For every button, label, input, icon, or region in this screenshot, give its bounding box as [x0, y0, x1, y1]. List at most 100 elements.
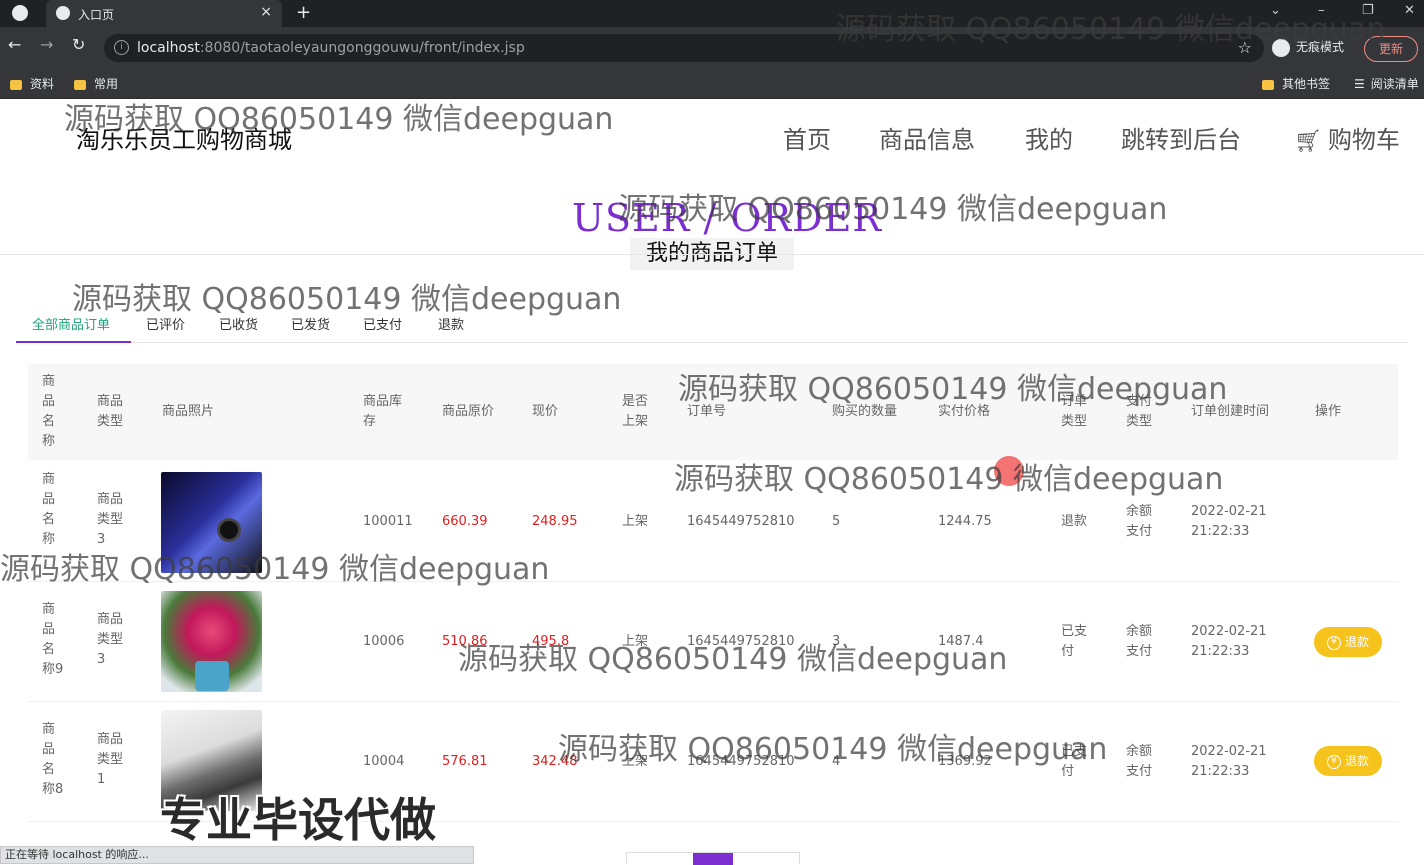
tab-close-icon[interactable]: × — [260, 4, 272, 20]
cell-orig-price: 576.81 — [442, 754, 488, 769]
reading-list-icon: ☰ — [1354, 77, 1365, 91]
minimize-icon[interactable]: – — [1318, 3, 1325, 18]
reading-list[interactable]: ☰ 阅读清单 — [1354, 75, 1419, 92]
cell-stock: 100011 — [363, 514, 413, 529]
divider — [0, 254, 1424, 255]
refund-label: 退款 — [1344, 635, 1369, 649]
restore-icon[interactable]: ❐ — [1362, 3, 1374, 18]
incognito-indicator[interactable]: 无痕模式 — [1272, 38, 1344, 57]
tab-paid[interactable]: 已支付 — [363, 314, 402, 333]
cell-on-sale: 上架 — [622, 514, 649, 529]
incognito-icon — [1272, 38, 1290, 57]
active-tab-indicator — [16, 341, 131, 343]
cell-paid: 1487.4 — [938, 634, 984, 649]
cell-order-no: 1645449752810 — [687, 514, 795, 529]
bookmarks-bar: 资料 常用 其他书签 ☰ 阅读清单 — [0, 69, 1424, 99]
cell-date: 2022-02-21 — [1191, 504, 1267, 519]
tab-favicon-icon — [56, 6, 70, 20]
cell-name: 商品名称8 — [42, 722, 64, 797]
refund-button[interactable]: ¥ 退款 — [1314, 627, 1382, 657]
product-photo — [161, 472, 262, 573]
forward-icon[interactable]: → — [40, 35, 53, 54]
orders-table: 商品名称 商品类型 商品照片 商品库存 商品原价 现价 是否上架 订单号 购买的… — [28, 364, 1398, 844]
nav-products[interactable]: 商品信息 — [879, 120, 975, 155]
info-icon[interactable]: i — [114, 40, 129, 55]
tab-search-icon[interactable]: ⌄ — [1270, 3, 1281, 18]
star-icon[interactable]: ☆ — [1238, 38, 1252, 57]
th-qty: 购买的数量 — [832, 404, 898, 419]
url-host: localhost — [137, 40, 200, 56]
nav-home[interactable]: 首页 — [783, 120, 831, 155]
cell-stock: 10006 — [363, 634, 405, 649]
table-header: 商品名称 商品类型 商品照片 商品库存 商品原价 现价 是否上架 订单号 购买的… — [28, 364, 1398, 460]
cell-order-type: 已支付 — [1061, 744, 1088, 779]
refund-label: 退款 — [1344, 754, 1369, 768]
cell-time: 21:22:33 — [1191, 524, 1250, 539]
cell-date: 2022-02-21 — [1191, 624, 1267, 639]
bookmark-label: 其他书签 — [1282, 77, 1331, 91]
nav-admin[interactable]: 跳转到后台 — [1121, 120, 1241, 155]
cell-pay-type: 余额支付 — [1126, 504, 1153, 539]
close-window-icon[interactable]: ✕ — [1404, 3, 1415, 18]
cell-name: 商品名称9 — [42, 602, 64, 677]
cell-pay-type: 余额支付 — [1126, 624, 1153, 659]
folder-icon — [1262, 79, 1274, 90]
section-title-en: USER / ORDER — [572, 196, 882, 240]
th-on-sale: 是否上架 — [622, 394, 649, 429]
promo-overlay-text: 专业毕设代做 — [160, 793, 436, 847]
reload-icon[interactable]: ↻ — [72, 35, 85, 54]
th-created: 订单创建时间 — [1191, 404, 1270, 419]
cursor-click-indicator — [994, 456, 1024, 486]
back-icon[interactable]: ← — [8, 35, 21, 54]
cell-pay-type: 余额支付 — [1126, 744, 1153, 779]
th-order-no: 订单号 — [687, 404, 727, 419]
cell-price: 342.48 — [532, 754, 578, 769]
order-tabs: 全部商品订单 已评价 已收货 已发货 已支付 退款 — [16, 312, 1408, 343]
tab-received[interactable]: 已收货 — [219, 314, 258, 333]
cell-type: 商品类型3 — [97, 612, 124, 667]
th-action: 操作 — [1315, 404, 1342, 419]
vase — [195, 661, 229, 691]
cell-orig-price: 510.86 — [442, 634, 488, 649]
cell-price: 248.95 — [532, 514, 578, 529]
pagination-current-page[interactable] — [693, 853, 733, 865]
bookmark-label: 常用 — [94, 77, 119, 91]
pagination[interactable] — [626, 852, 800, 865]
cell-qty: 5 — [832, 514, 841, 529]
nav-mine[interactable]: 我的 — [1025, 120, 1073, 155]
nav-cart[interactable]: 🛒︎ 购物车 — [1294, 120, 1400, 155]
cell-order-type: 退款 — [1061, 514, 1088, 529]
cell-type: 商品类型1 — [97, 732, 124, 787]
other-bookmarks[interactable]: 其他书签 — [1262, 75, 1330, 92]
cell-qty: 4 — [832, 754, 841, 769]
folder-icon — [10, 79, 22, 90]
update-button[interactable]: 更新 — [1364, 36, 1418, 62]
bookmark-label: 阅读清单 — [1370, 77, 1419, 91]
tab-all-orders[interactable]: 全部商品订单 — [32, 314, 110, 333]
refund-button[interactable]: ¥ 退款 — [1314, 746, 1382, 776]
th-name: 商品名称 — [42, 374, 56, 449]
cell-order-no: 1645449752810 — [687, 634, 795, 649]
th-type: 商品类型 — [97, 394, 124, 429]
cell-price: 495.8 — [532, 634, 570, 649]
cell-time: 21:22:33 — [1191, 644, 1250, 659]
cell-paid: 1369.92 — [938, 754, 992, 769]
browser-tab[interactable]: 入口页 × — [46, 0, 282, 27]
new-tab-button[interactable]: + — [296, 2, 311, 23]
th-orig-price: 商品原价 — [442, 404, 495, 419]
folder-icon — [74, 79, 86, 90]
th-paid: 实付价格 — [938, 404, 991, 419]
cell-paid: 1244.75 — [938, 514, 992, 529]
address-bar[interactable]: i localhost:8080/taotaoleyaungonggouwu/f… — [104, 34, 1264, 62]
cell-stock: 10004 — [363, 754, 405, 769]
cell-order-no: 1645449752810 — [687, 754, 795, 769]
th-order-type: 订单类型 — [1061, 394, 1088, 429]
tab-reviewed[interactable]: 已评价 — [146, 314, 185, 333]
bookmark-folder[interactable]: 资料 — [10, 75, 54, 92]
tab-shipped[interactable]: 已发货 — [291, 314, 330, 333]
tab-title: 入口页 — [78, 8, 115, 22]
tab-refund[interactable]: 退款 — [438, 314, 464, 333]
site-title[interactable]: 淘乐乐员工购物商城 — [76, 120, 292, 155]
table-row: 商品名称9 商品类型3 10006 510.86 495.8 上架 164544… — [28, 582, 1398, 702]
bookmark-folder[interactable]: 常用 — [74, 75, 118, 92]
